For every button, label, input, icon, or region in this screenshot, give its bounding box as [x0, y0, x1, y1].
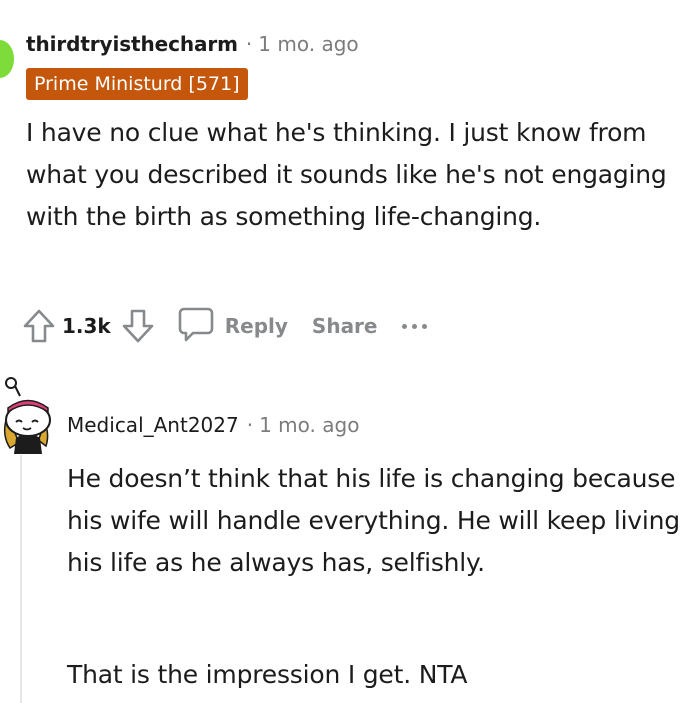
ellipsis-icon[interactable]	[401, 323, 427, 329]
vote-count: 1.3k	[62, 314, 111, 338]
reply-timestamp[interactable]: 1 mo. ago	[259, 413, 359, 437]
meta-separator: ·	[246, 413, 254, 437]
downvote-arrow-icon[interactable]	[119, 306, 157, 346]
share-button[interactable]: Share	[312, 314, 378, 338]
user-flair: Prime Ministurd [571]	[26, 68, 248, 100]
comment-author[interactable]: thirdtryisthecharm	[26, 32, 238, 56]
reply-label: Reply	[224, 314, 288, 338]
reply-button[interactable]: Reply	[177, 305, 288, 347]
snoo-avatar-icon[interactable]	[0, 376, 58, 456]
upvote-arrow-icon[interactable]	[20, 306, 58, 346]
speech-bubble-icon	[177, 305, 215, 347]
comment-timestamp[interactable]: 1 mo. ago	[258, 32, 358, 56]
comment-action-bar: 1.3k Reply Share	[20, 304, 427, 348]
thread-line[interactable]	[20, 455, 22, 703]
reply-body-paragraph: That is the impression I get. NTA	[67, 660, 468, 689]
meta-separator: ·	[245, 32, 253, 56]
reply-header: Medical_Ant2027 · 1 mo. ago	[67, 412, 359, 438]
comment-header: thirdtryisthecharm · 1 mo. ago	[26, 31, 359, 57]
comment-body: I have no clue what he's thinking. I jus…	[26, 118, 667, 231]
reply-author[interactable]: Medical_Ant2027	[67, 413, 239, 437]
reply-body-paragraph: He doesn’t think that his life is changi…	[67, 464, 680, 577]
user-avatar[interactable]	[0, 40, 14, 78]
